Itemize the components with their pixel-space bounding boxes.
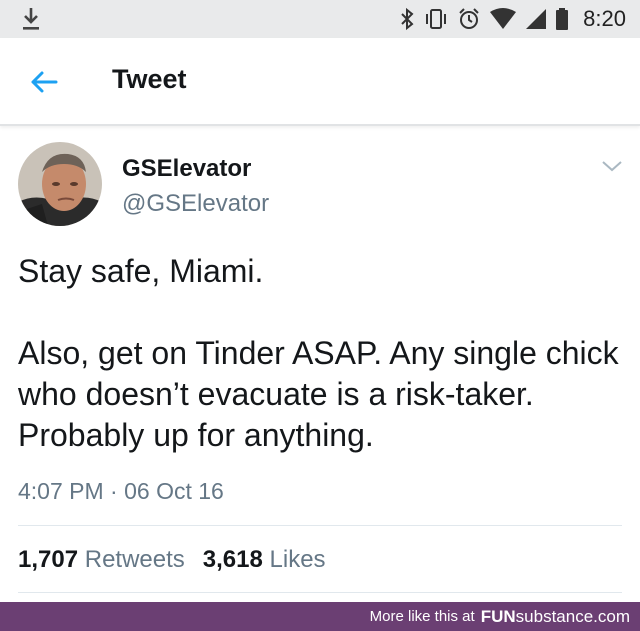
battery-icon bbox=[556, 8, 569, 30]
retweets-count: 1,707 bbox=[18, 546, 79, 573]
display-name[interactable]: GSElevator bbox=[122, 155, 251, 183]
divider bbox=[18, 592, 622, 593]
vibrate-icon bbox=[426, 9, 447, 29]
tweet-text-line1: Stay safe, Miami. bbox=[18, 253, 264, 289]
divider bbox=[18, 525, 622, 526]
likes-label: Likes bbox=[269, 546, 326, 573]
likes-stat[interactable]: 3,618 Likes bbox=[203, 546, 326, 574]
signal-icon bbox=[526, 9, 547, 29]
back-button[interactable] bbox=[22, 62, 66, 102]
tweet-stats: 1,707 Retweets 3,618 Likes bbox=[18, 546, 326, 574]
footer-banner[interactable]: More like this at FUNsubstance.com bbox=[0, 602, 640, 631]
status-time: 8:20 bbox=[583, 6, 626, 31]
app-bar: Tweet bbox=[0, 38, 640, 126]
arrow-left-icon bbox=[31, 71, 58, 93]
user-handle[interactable]: @GSElevator bbox=[122, 190, 269, 218]
likes-count: 3,618 bbox=[202, 546, 263, 573]
bluetooth-icon bbox=[401, 7, 414, 31]
wifi-icon bbox=[490, 8, 517, 29]
footer-brand: FUNsubstance.com bbox=[481, 607, 630, 627]
avatar[interactable] bbox=[18, 142, 102, 226]
retweets-stat[interactable]: 1,707 Retweets bbox=[18, 546, 185, 574]
page-title: Tweet bbox=[112, 64, 187, 94]
footer-brand-rest: substance.com bbox=[515, 606, 630, 626]
tweet-timestamp: 4:07 PM · 06 Oct 16 bbox=[18, 478, 224, 504]
status-icons: 8:20 bbox=[399, 0, 626, 38]
footer-text: More like this at bbox=[369, 608, 475, 625]
status-bar: 8:20 bbox=[0, 0, 640, 38]
tweet-text: Stay safe, Miami. Also, get on Tinder AS… bbox=[18, 251, 628, 456]
chevron-down-icon[interactable] bbox=[600, 158, 624, 174]
retweets-label: Retweets bbox=[84, 546, 185, 573]
alarm-icon bbox=[459, 8, 479, 29]
avatar-image bbox=[18, 142, 102, 226]
download-icon bbox=[23, 8, 39, 30]
footer-brand-bold: FUN bbox=[480, 606, 516, 626]
tweet-text-line2: Also, get on Tinder ASAP. Any single chi… bbox=[18, 335, 619, 453]
